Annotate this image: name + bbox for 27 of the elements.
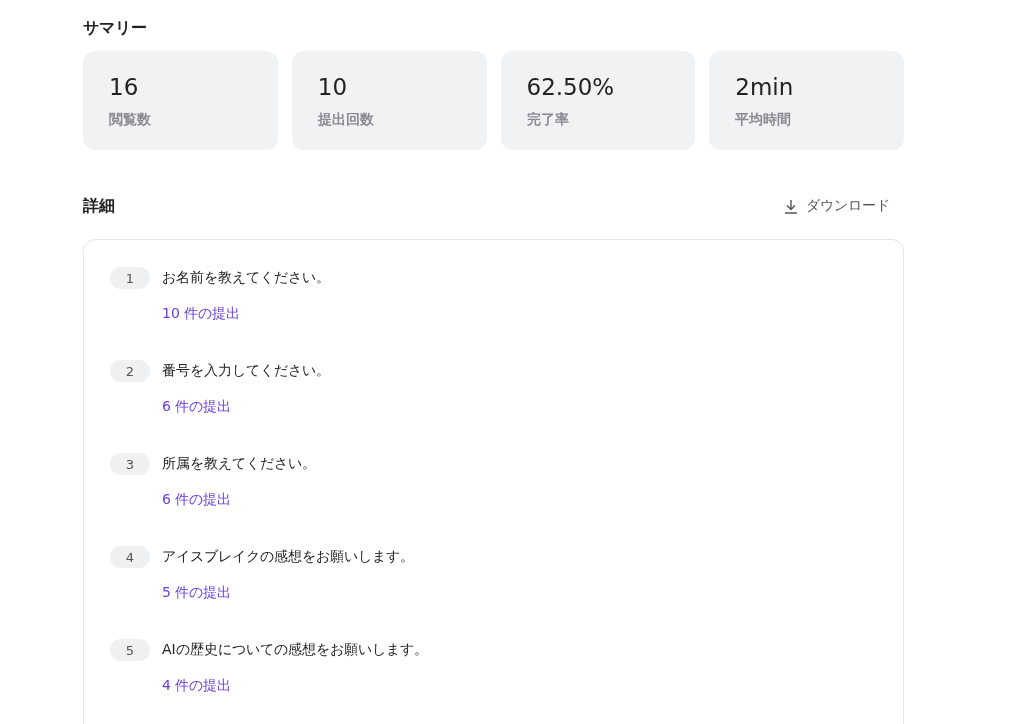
question-text: お名前を教えてください。 bbox=[162, 269, 330, 287]
submissions-link[interactable]: 5 件の提出 bbox=[162, 584, 232, 602]
question-number: 5 bbox=[110, 639, 150, 661]
stat-label: 完了率 bbox=[526, 111, 570, 129]
submissions-link[interactable]: 6 件の提出 bbox=[162, 398, 232, 416]
stat-value: 2min bbox=[735, 73, 795, 101]
stat-value: 10 bbox=[317, 73, 349, 101]
stat-value: 16 bbox=[109, 73, 140, 101]
question-text: アイスブレイクの感想をお願いします。 bbox=[162, 548, 414, 566]
question-text: 所属を教えてください。 bbox=[162, 455, 316, 473]
question-number: 3 bbox=[110, 453, 150, 475]
submissions-link[interactable]: 6 件の提出 bbox=[162, 491, 232, 509]
submissions-link[interactable]: 4 件の提出 bbox=[162, 677, 232, 695]
section-heading: 詳細 bbox=[83, 195, 115, 217]
question-number: 2 bbox=[110, 360, 150, 382]
section-heading: サマリー bbox=[83, 18, 148, 39]
question-number: 4 bbox=[110, 546, 150, 568]
stat-label: 提出回数 bbox=[317, 111, 375, 129]
question-text: AIの歴史についての感想をお願いします。 bbox=[162, 641, 428, 659]
submissions-link[interactable]: 10 件の提出 bbox=[162, 305, 241, 323]
question-text: 番号を入力してください。 bbox=[162, 362, 330, 380]
download-icon bbox=[784, 198, 798, 214]
stat-label: 平均時間 bbox=[735, 111, 793, 129]
stat-label: 閲覧数 bbox=[109, 111, 152, 129]
question-number: 1 bbox=[110, 267, 150, 289]
download-button[interactable]: ダウンロード bbox=[770, 193, 904, 219]
stat-value: 62.50% bbox=[526, 73, 616, 101]
